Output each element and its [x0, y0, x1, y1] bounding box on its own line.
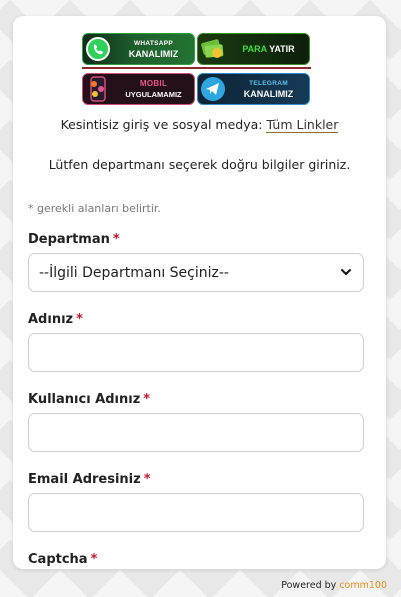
whatsapp-line2: KANALIMIZ: [128, 49, 179, 59]
whatsapp-icon: [83, 34, 113, 64]
whatsapp-banner-text: WHATSAPP KANALIMIZ: [113, 39, 194, 59]
money-icon: [198, 34, 228, 64]
links-line: Kesintisiz giriş ve sosyal medya: Tüm Li…: [13, 117, 386, 133]
powered-by-text: Powered by: [281, 580, 337, 591]
required-note: * gerekli alanları belirtir.: [28, 202, 161, 215]
powered-by[interactable]: Powered by comm100: [281, 580, 387, 591]
adiniz-label: Adınız *: [28, 312, 83, 327]
email-label-text: Email Adresiniz: [28, 472, 141, 487]
banner-row-bottom: MOBIL UYGULAMAMIZ TELEGRAM KANALIMIZ: [82, 73, 311, 105]
required-star: *: [143, 392, 151, 407]
telegram-line2: KANALIMIZ: [243, 89, 294, 99]
para-banner-text: PARA YATIR: [228, 44, 309, 54]
mobil-banner[interactable]: MOBIL UYGULAMAMIZ: [82, 73, 195, 105]
whatsapp-line1: WHATSAPP: [133, 40, 174, 47]
form-card: WHATSAPP KANALIMIZ PARA YATIR MOBIL UYGU…: [13, 16, 386, 569]
required-star: *: [76, 312, 83, 327]
intro-text: Lütfen departmanı seçerek doğru bilgiler…: [48, 157, 351, 172]
chevron-down-icon: [341, 269, 351, 275]
adiniz-input[interactable]: [28, 333, 364, 372]
departman-label-text: Departman: [28, 232, 110, 247]
comm100-brand: comm100: [339, 580, 387, 591]
para-line2: YATIR: [269, 44, 295, 54]
adiniz-label-text: Adınız: [28, 312, 74, 327]
required-star: *: [143, 472, 151, 487]
departman-label: Departman *: [28, 232, 120, 247]
banner-divider: [82, 67, 311, 69]
para-line1: PARA: [242, 44, 267, 54]
required-star: *: [90, 552, 98, 567]
all-links-link[interactable]: Tüm Linkler: [266, 117, 339, 133]
mobil-line1: MOBIL: [139, 78, 168, 88]
banner-row-top: WHATSAPP KANALIMIZ PARA YATIR: [82, 33, 311, 65]
telegram-line1: TELEGRAM: [249, 80, 288, 87]
captcha-label-text: Captcha: [28, 552, 88, 567]
phone-icon: [83, 74, 113, 104]
telegram-banner-text: TELEGRAM KANALIMIZ: [228, 79, 309, 99]
telegram-icon: [198, 74, 228, 104]
whatsapp-banner[interactable]: WHATSAPP KANALIMIZ: [82, 33, 195, 65]
mobil-line2: UYGULAMAMIZ: [125, 89, 182, 99]
departman-select-value: --İlgili Departmanı Seçiniz--: [39, 264, 229, 281]
kullanici-label-text: Kullanıcı Adınız: [28, 392, 141, 407]
links-line-text: Kesintisiz giriş ve sosyal medya:: [60, 117, 263, 132]
telegram-banner[interactable]: TELEGRAM KANALIMIZ: [197, 73, 310, 105]
departman-select[interactable]: --İlgili Departmanı Seçiniz--: [28, 253, 364, 292]
kullanici-adi-label: Kullanıcı Adınız *: [28, 392, 150, 407]
kullanici-adi-input[interactable]: [28, 413, 364, 452]
email-label: Email Adresiniz *: [28, 472, 151, 487]
required-star: *: [112, 232, 120, 247]
para-yatir-banner[interactable]: PARA YATIR: [197, 33, 310, 65]
captcha-label: Captcha *: [28, 552, 97, 567]
email-input[interactable]: [28, 493, 364, 532]
mobil-banner-text: MOBIL UYGULAMAMIZ: [113, 79, 194, 100]
banner-group: WHATSAPP KANALIMIZ PARA YATIR MOBIL UYGU…: [82, 33, 311, 109]
